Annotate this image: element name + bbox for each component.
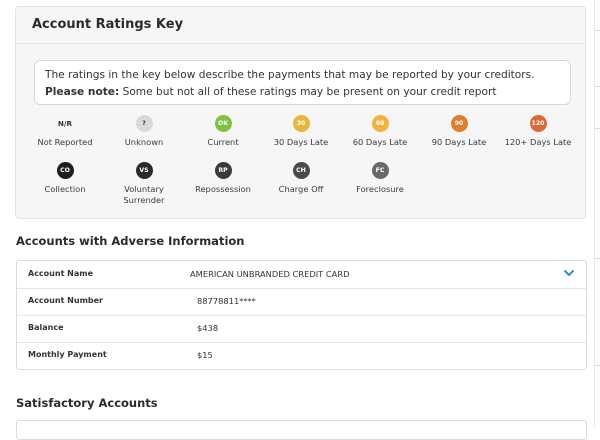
rating-badge: 60 <box>371 115 389 132</box>
rating-unknown: ? Unknown <box>99 115 189 148</box>
rating-90-days-late: 90 90 Days Late <box>414 115 504 148</box>
rating-label: Collection <box>44 184 86 194</box>
satisfactory-account-card <box>16 420 587 440</box>
rating-label: 60 Days Late <box>352 137 408 147</box>
ratings-key-title: Account Ratings Key <box>32 17 184 32</box>
rating-label: Current <box>207 137 239 147</box>
account-number-row: Account Number 88778811**** <box>17 288 586 316</box>
rating-label: 120+ Days Late <box>504 137 572 147</box>
edge-tick <box>594 30 600 31</box>
rating-current: OK Current <box>178 115 268 148</box>
rating-badge: N/R <box>57 119 73 128</box>
monthly-payment-label: Monthly Payment <box>28 350 107 359</box>
account-name-row[interactable]: Account Name AMERICAN UNBRANDED CREDIT C… <box>17 261 586 289</box>
rating-badge: OK <box>214 115 232 132</box>
rating-label: Not Reported <box>37 137 93 147</box>
balance-label: Balance <box>28 323 64 332</box>
notice-text-2: Some but not all of these ratings may be… <box>122 86 497 98</box>
adverse-account-card: Account Name AMERICAN UNBRANDED CREDIT C… <box>16 260 587 370</box>
rating-label: Charge Off <box>278 184 324 194</box>
account-ratings-key-panel: Account Ratings Key The ratings in the k… <box>15 6 586 219</box>
edge-tick <box>594 258 600 259</box>
edge-tick <box>594 365 600 366</box>
rating-foreclosure: FC Foreclosure <box>335 162 425 195</box>
notice-text: The ratings in the key below describe th… <box>45 69 535 81</box>
account-number-value: 88778811**** <box>197 296 256 306</box>
rating-label: Foreclosure <box>356 184 404 194</box>
edge-tick <box>594 128 600 129</box>
rating-badge: VS <box>135 162 153 179</box>
monthly-payment-value: $15 <box>197 350 213 360</box>
edge-tick <box>594 86 600 87</box>
adverse-accounts-heading: Accounts with Adverse Information <box>16 234 245 248</box>
rating-voluntary-surrender: VS Voluntary Surrender <box>99 162 189 206</box>
ratings-notice: The ratings in the key below describe th… <box>34 60 571 105</box>
account-number-label: Account Number <box>28 296 103 305</box>
rating-badge: 120 <box>529 115 547 132</box>
satisfactory-accounts-heading: Satisfactory Accounts <box>16 396 158 410</box>
rating-badge: 30 <box>292 115 310 132</box>
rating-label: Repossession <box>195 184 251 194</box>
ratings-key-divider <box>16 43 585 44</box>
rating-badge: CO <box>56 162 74 179</box>
rating-label: 30 Days Late <box>273 137 329 147</box>
account-name-label: Account Name <box>28 269 94 278</box>
rating-120-days-late: 120 120+ Days Late <box>493 115 583 148</box>
rating-collection: CO Collection <box>20 162 110 195</box>
rating-30-days-late: 30 30 Days Late <box>256 115 346 148</box>
right-edge-divider <box>594 0 595 427</box>
monthly-payment-row: Monthly Payment $15 <box>17 342 586 369</box>
rating-repossession: RP Repossession <box>178 162 268 195</box>
rating-label: Unknown <box>124 137 164 147</box>
account-name-value: AMERICAN UNBRANDED CREDIT CARD <box>190 269 350 279</box>
rating-badge: ? <box>135 115 153 132</box>
chevron-down-icon[interactable] <box>563 268 575 278</box>
rating-badge: RP <box>214 162 232 179</box>
rating-60-days-late: 60 60 Days Late <box>335 115 425 148</box>
balance-row: Balance $438 <box>17 315 586 343</box>
balance-value: $438 <box>197 323 219 333</box>
rating-label: Voluntary Surrender <box>123 184 165 205</box>
rating-charge-off: CH Charge Off <box>256 162 346 195</box>
rating-badge: 90 <box>450 115 468 132</box>
rating-label: 90 Days Late <box>431 137 487 147</box>
notice-bold: Please note: <box>45 86 120 98</box>
rating-not-reported: N/R Not Reported <box>20 115 110 148</box>
rating-badge: FC <box>371 162 389 179</box>
rating-badge: CH <box>292 162 310 179</box>
